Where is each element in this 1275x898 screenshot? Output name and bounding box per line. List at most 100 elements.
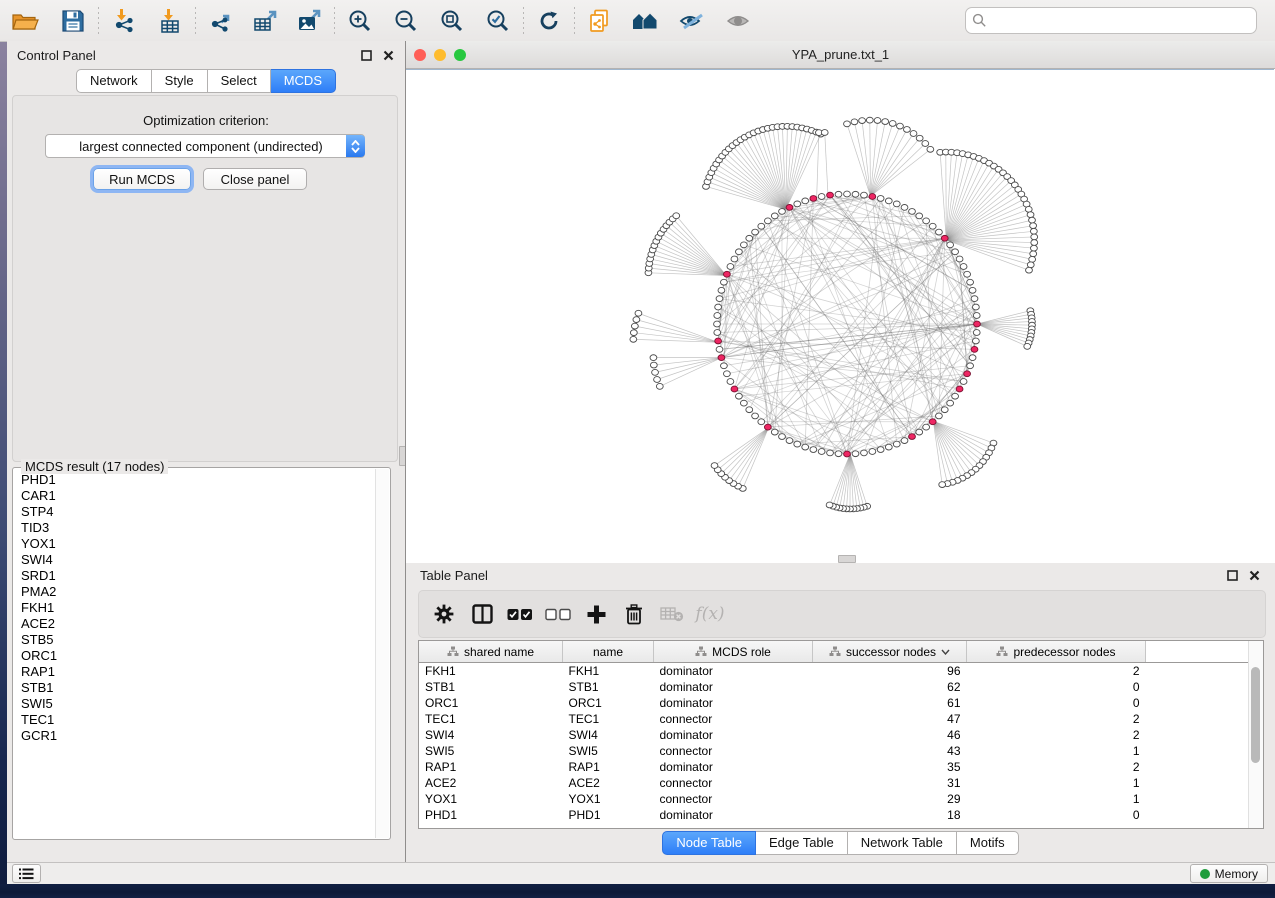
network-node[interactable] <box>956 256 963 262</box>
mcds-result-item[interactable]: STP4 <box>21 504 376 520</box>
network-node[interactable] <box>941 407 948 413</box>
mcds-result-item[interactable]: STB5 <box>21 632 376 648</box>
network-node[interactable] <box>904 127 911 133</box>
network-node[interactable] <box>923 424 930 430</box>
search-input[interactable] <box>992 12 1250 29</box>
network-node[interactable] <box>844 191 851 197</box>
column-header-shared-name[interactable]: shared name <box>419 641 563 663</box>
table-row[interactable]: PHD1PHD1dominator180 <box>419 807 1249 823</box>
network-node[interactable] <box>967 363 974 369</box>
network-node[interactable] <box>736 249 743 255</box>
network-node[interactable] <box>916 429 923 435</box>
network-node[interactable] <box>650 355 657 361</box>
network-node[interactable] <box>654 377 661 383</box>
network-node[interactable] <box>859 118 866 124</box>
zoom-out-button[interactable] <box>387 4 425 38</box>
network-node[interactable] <box>1027 212 1034 218</box>
network-node[interactable] <box>716 346 723 352</box>
network-node[interactable] <box>835 191 842 197</box>
network-node-mcds[interactable] <box>956 386 963 392</box>
mcds-result-item[interactable]: RAP1 <box>21 664 376 680</box>
network-node[interactable] <box>852 191 859 197</box>
column-header-name[interactable]: name <box>563 641 654 663</box>
table-row[interactable]: STB1STB1dominator620 <box>419 679 1249 695</box>
network-node[interactable] <box>885 198 892 204</box>
network-node-mcds[interactable] <box>810 196 817 202</box>
table-scrollbar-thumb[interactable] <box>1251 667 1260 763</box>
network-node[interactable] <box>960 264 967 270</box>
mcds-result-item[interactable]: ORC1 <box>21 648 376 664</box>
network-node[interactable] <box>909 209 916 215</box>
network-node[interactable] <box>866 117 873 123</box>
network-node[interactable] <box>630 330 637 336</box>
network-window-titlebar[interactable]: YPA_prune.txt_1 <box>406 41 1275 69</box>
network-node[interactable] <box>715 304 722 310</box>
tab-mcds[interactable]: MCDS <box>271 69 336 93</box>
network-node[interactable] <box>727 379 734 385</box>
network-node[interactable] <box>971 296 978 302</box>
network-node-mcds[interactable] <box>715 338 722 344</box>
network-node[interactable] <box>740 242 747 248</box>
toggle-column-panel-button[interactable] <box>463 595 501 633</box>
network-node[interactable] <box>916 135 923 141</box>
network-node[interactable] <box>723 371 730 377</box>
open-file-button[interactable] <box>6 4 44 38</box>
network-node[interactable] <box>635 310 642 316</box>
unselect-all-columns-button[interactable] <box>539 595 577 633</box>
network-node[interactable] <box>952 393 959 399</box>
table-row[interactable]: ACE2ACE2connector311 <box>419 775 1249 791</box>
network-node[interactable] <box>897 123 904 129</box>
network-node[interactable] <box>939 482 946 488</box>
network-node[interactable] <box>947 400 954 406</box>
network-node[interactable] <box>972 304 979 310</box>
network-node[interactable] <box>972 338 979 344</box>
network-node[interactable] <box>631 323 638 329</box>
table-row[interactable]: RAP1RAP1dominator352 <box>419 759 1249 775</box>
mcds-result-item[interactable]: CAR1 <box>21 488 376 504</box>
network-node[interactable] <box>650 362 657 368</box>
network-node[interactable] <box>731 256 738 262</box>
mcds-result-list[interactable]: PHD1CAR1STP4TID3YOX1SWI4SRD1PMA2FKH1ACE2… <box>14 472 376 838</box>
delete-column-button[interactable] <box>615 595 653 633</box>
network-node[interactable] <box>885 444 892 450</box>
network-node[interactable] <box>852 451 859 457</box>
column-header-predecessor-nodes[interactable]: predecessor nodes <box>967 641 1146 663</box>
mcds-result-item[interactable]: TID3 <box>21 520 376 536</box>
network-node[interactable] <box>752 413 759 419</box>
network-node[interactable] <box>802 444 809 450</box>
network-node[interactable] <box>877 447 884 453</box>
table-row[interactable]: YOX1YOX1connector291 <box>419 791 1249 807</box>
network-node[interactable] <box>771 213 778 219</box>
mcds-result-item[interactable]: YOX1 <box>21 536 376 552</box>
mcds-result-item[interactable]: SWI5 <box>21 696 376 712</box>
network-node[interactable] <box>758 223 765 229</box>
network-node[interactable] <box>973 313 980 319</box>
select-all-columns-button[interactable] <box>501 595 539 633</box>
network-node[interactable] <box>786 438 793 444</box>
network-canvas[interactable] <box>406 69 1274 564</box>
float-table-panel-icon[interactable] <box>1225 569 1239 583</box>
mcds-result-item[interactable]: SRD1 <box>21 568 376 584</box>
table-tab-network-table[interactable]: Network Table <box>848 831 957 855</box>
network-node[interactable] <box>967 279 974 285</box>
network-node[interactable] <box>973 330 980 336</box>
network-node-mcds[interactable] <box>723 271 730 277</box>
network-node[interactable] <box>882 119 889 125</box>
run-mcds-button[interactable]: Run MCDS <box>93 168 191 190</box>
network-node[interactable] <box>927 146 934 152</box>
network-node-mcds[interactable] <box>869 194 876 200</box>
network-node[interactable] <box>752 229 759 235</box>
network-node-mcds[interactable] <box>731 386 738 392</box>
network-node[interactable] <box>922 141 929 147</box>
network-node-mcds[interactable] <box>764 424 771 430</box>
network-node[interactable] <box>844 121 851 127</box>
network-node[interactable] <box>1030 251 1037 257</box>
network-node[interactable] <box>1031 234 1038 240</box>
network-node[interactable] <box>910 131 917 137</box>
first-neighbors-button[interactable] <box>627 4 665 38</box>
network-node[interactable] <box>877 196 884 202</box>
table-row[interactable]: FKH1FKH1dominator962 <box>419 663 1249 680</box>
global-search[interactable] <box>965 7 1257 34</box>
network-node[interactable] <box>901 438 908 444</box>
network-node[interactable] <box>1027 262 1034 268</box>
